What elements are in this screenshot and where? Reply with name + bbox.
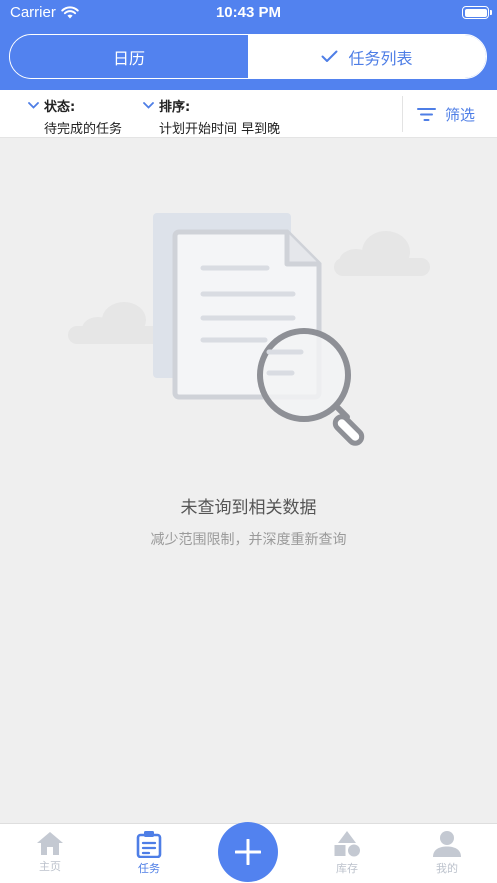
tab-task-list[interactable]: 任务列表 [248, 35, 486, 78]
tab-inventory[interactable]: 库存 [317, 830, 377, 876]
filter-bar: 状态: 待完成的任务 排序: 计划开始时间 早到晚 筛选 [0, 90, 497, 138]
shapes-icon [334, 831, 360, 857]
screen-button-label: 筛选 [445, 106, 476, 124]
sort-filter-value: 计划开始时间 早到晚 [159, 122, 281, 137]
plus-icon [235, 839, 261, 865]
header: Carrier 10:43 PM 日历 任务列表 [0, 0, 497, 90]
sort-filter[interactable]: 排序: 计划开始时间 早到晚 [143, 96, 281, 137]
tab-calendar-label: 日历 [112, 48, 145, 68]
tab-tasks[interactable]: 任务 [119, 830, 179, 876]
status-filter-value: 待完成的任务 [44, 122, 123, 137]
empty-state-subtitle: 减少范围限制，并深度重新查询 [150, 532, 347, 548]
tab-profile[interactable]: 我的 [417, 830, 477, 876]
tab-tasks-label: 任务 [138, 862, 160, 875]
empty-state-illustration [68, 213, 430, 446]
tab-home-label: 主页 [39, 860, 61, 873]
view-segment-control: 日历 任务列表 [9, 34, 487, 79]
sort-filter-title: 排序: [159, 100, 191, 115]
cloud-right [334, 231, 430, 276]
user-icon [433, 831, 461, 857]
home-icon [37, 832, 63, 855]
tab-inventory-label: 库存 [336, 862, 358, 875]
battery-icon [462, 6, 492, 19]
chevron-down-icon [28, 102, 39, 109]
add-task-button[interactable] [218, 822, 278, 882]
clock: 10:43 PM [215, 4, 282, 21]
checkmark-icon [321, 50, 338, 62]
tab-task-list-label: 任务列表 [348, 48, 413, 68]
empty-state-title: 未查询到相关数据 [180, 498, 317, 518]
status-filter-title: 状态: [44, 100, 76, 115]
clipboard-icon [136, 831, 162, 858]
filter-icon [417, 108, 436, 121]
chevron-down-icon [143, 102, 154, 109]
screen-button[interactable]: 筛选 [417, 104, 475, 125]
tab-home[interactable]: 主页 [20, 830, 80, 874]
filter-divider [402, 96, 403, 132]
status-bar: Carrier 10:43 PM [0, 0, 497, 26]
tab-profile-label: 我的 [436, 862, 458, 875]
magnifier-icon [257, 328, 365, 446]
status-filter[interactable]: 状态: 待完成的任务 [28, 96, 123, 137]
tab-calendar[interactable]: 日历 [10, 35, 248, 78]
